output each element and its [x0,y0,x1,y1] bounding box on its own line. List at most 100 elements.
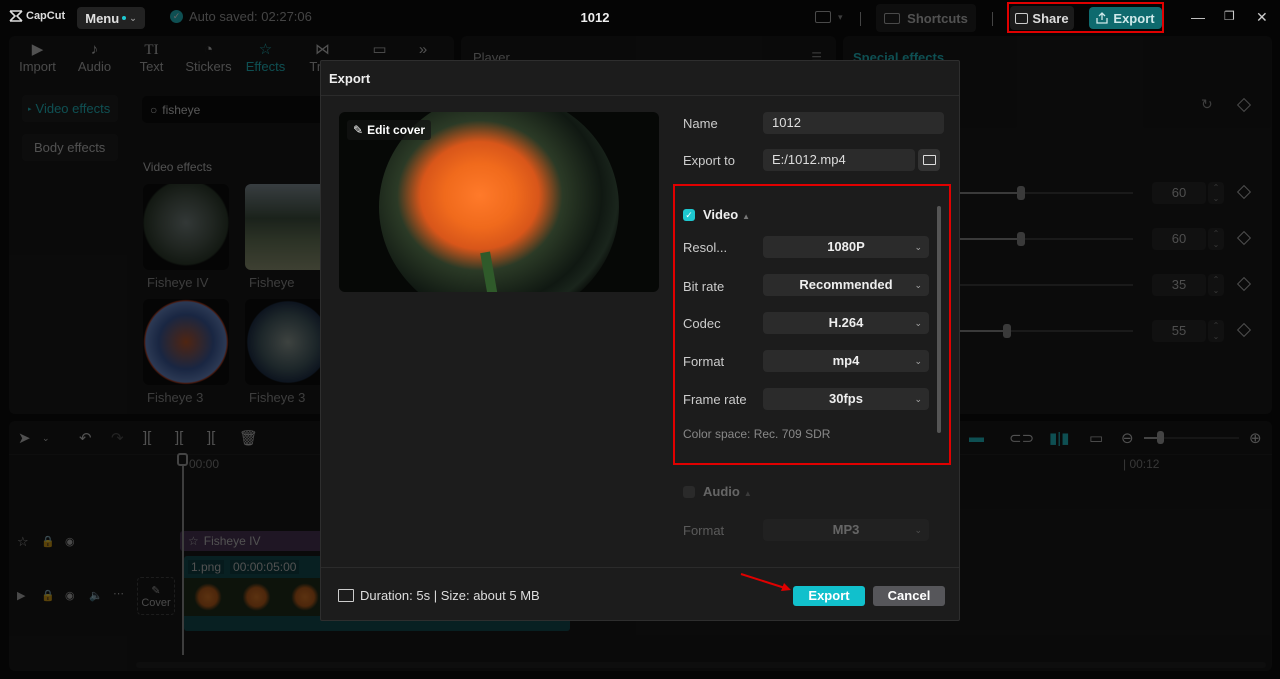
tab-import[interactable]: ▶ Import [9,36,66,78]
title-bar: CapCut Menu ⌄ ✓ Auto saved: 02:27:06 101… [0,0,1280,36]
bullet-icon: ▸ [28,105,32,113]
zoom-in-icon[interactable]: ⊕ [1249,429,1262,447]
keyframe-icon[interactable] [1236,184,1252,200]
cancel-button[interactable]: Cancel [873,586,945,606]
effect-thumbnail[interactable] [143,184,229,270]
keyframe-icon[interactable] [1236,276,1252,292]
edit-cover-button[interactable]: ✎ Edit cover [347,120,432,140]
snap-icon[interactable]: ▮|▮ [1049,429,1069,447]
search-input[interactable]: ○ fisheye [142,96,332,123]
more-icon[interactable]: ⋯ [113,587,124,600]
search-icon: ○ [150,102,158,117]
text-icon: TI [144,42,159,58]
stepper-icon[interactable]: ⌃ ⌄ [1208,182,1224,204]
tab-audio[interactable]: ♪ Audio [66,36,123,78]
select-cursor-icon[interactable]: ➤ [18,429,31,447]
slider-track[interactable] [960,284,1133,286]
folder-icon [922,155,936,165]
split-icon[interactable]: ][ [143,429,151,446]
audio-format-select[interactable]: MP3 ⌄ [763,519,929,541]
effects-icon: ☆ [188,534,199,548]
eye-icon[interactable]: ◉ [65,589,75,602]
stepper-icon[interactable]: ⌃ ⌄ [1208,274,1224,296]
export-dialog: Export ✎ Edit cover Name 1012 Export to … [320,60,960,621]
effect-clip[interactable]: ☆ Fisheye IV [180,531,330,551]
transitions-icon: ⋈ [315,41,330,58]
param-value-input[interactable]: 60 [1152,228,1206,250]
cover-button[interactable]: ✎ Cover [137,577,175,615]
sidebar-item-video-effects[interactable]: ▸ Video effects [22,95,118,122]
playhead-handle[interactable] [177,453,188,466]
cover-preview: ✎ Edit cover [339,112,659,292]
export-path-input[interactable]: E:/1012.mp4 [763,149,915,171]
redo-icon[interactable]: ↷ [111,429,124,447]
section-label: Video effects [143,160,212,174]
shortcuts-button[interactable]: Shortcuts [876,4,976,32]
slider-knob[interactable] [1016,186,1025,200]
edit-cover-label: Edit cover [367,123,426,137]
layout-icon[interactable] [815,11,831,23]
split-left-icon[interactable]: ][ [175,429,183,446]
link-icon[interactable]: ⊂⊃ [1009,429,1034,447]
speaker-icon[interactable]: 🔈 [89,589,103,602]
zoom-out-icon[interactable]: ⊖ [1121,429,1134,447]
search-value: fisheye [162,102,201,117]
param-slider-row: 35 ⌃ ⌄ [960,274,1260,296]
sidebar-label: Video effects [35,101,111,116]
export-summary: Duration: 5s | Size: about 5 MB [338,588,540,603]
effect-thumbnail[interactable] [245,299,331,385]
close-icon[interactable]: ✕ [1256,9,1268,26]
split-right-icon[interactable]: ][ [207,429,215,446]
stepper-icon[interactable]: ⌃ ⌄ [1208,228,1224,250]
tab-text[interactable]: TI Text [123,36,180,78]
param-value-input[interactable]: 60 [1152,182,1206,204]
lock-icon[interactable]: 🔒 [41,589,55,602]
shortcuts-label: Shortcuts [907,10,968,26]
keyframe-icon[interactable] [1236,230,1252,246]
lock-icon[interactable]: 🔒 [41,535,55,548]
divider [860,12,861,26]
tab-label: Stickers [185,59,232,74]
preview-axis-icon[interactable]: ▭ [1089,429,1103,447]
reset-icon[interactable]: ↻ [1201,96,1213,113]
restore-icon[interactable]: ❐ [1224,9,1235,23]
browse-folder-button[interactable] [918,149,940,171]
slider-fill [960,330,1007,332]
effect-thumbnail[interactable] [245,184,331,270]
tab-stickers[interactable]: ◔ Stickers [180,36,237,78]
effect-thumbnail[interactable] [143,299,229,385]
stickers-icon: ◔ [203,41,214,58]
clip-name: 1.png [188,560,225,574]
undo-icon[interactable]: ↶ [79,429,92,447]
sidebar-label: Body effects [34,140,106,155]
chevron-down-icon[interactable]: ⌄ [42,433,50,444]
audio-checkbox[interactable] [683,486,695,498]
stepper-icon[interactable]: ⌃ ⌄ [1208,320,1224,342]
name-input[interactable]: 1012 [763,112,944,134]
tab-label: Effects [245,59,286,74]
playhead[interactable] [182,455,184,655]
audio-section-title[interactable]: Audio ▲ [703,484,752,499]
export-button[interactable]: Export [793,586,865,606]
annotation-highlight-box [673,184,951,465]
keyframe-icon[interactable] [1236,97,1252,113]
minimize-icon[interactable]: — [1191,9,1205,25]
sidebar-item-body-effects[interactable]: Body effects [22,134,118,161]
param-value-input[interactable]: 35 [1152,274,1206,296]
delete-icon[interactable]: 🗑 [239,429,258,447]
name-label: Name [683,116,718,131]
timeline-scrollbar[interactable] [136,662,1266,668]
slider-knob[interactable] [1002,324,1011,338]
effect-label: Fisheye 3 [249,390,306,405]
dialog-title: Export [329,71,371,86]
audio-title: Audio [703,484,740,499]
tab-effects[interactable]: ☆ Effects [237,36,294,78]
eye-icon[interactable]: ◉ [65,535,75,548]
chevron-down-icon[interactable]: ▾ [838,12,843,23]
param-value-input[interactable]: 55 [1152,320,1206,342]
magnet-icon[interactable]: ▬ [969,429,984,446]
keyframe-icon[interactable] [1236,322,1252,338]
keyboard-icon [884,12,901,24]
slider-knob[interactable] [1016,232,1025,246]
zoom-slider-knob[interactable] [1157,431,1164,444]
